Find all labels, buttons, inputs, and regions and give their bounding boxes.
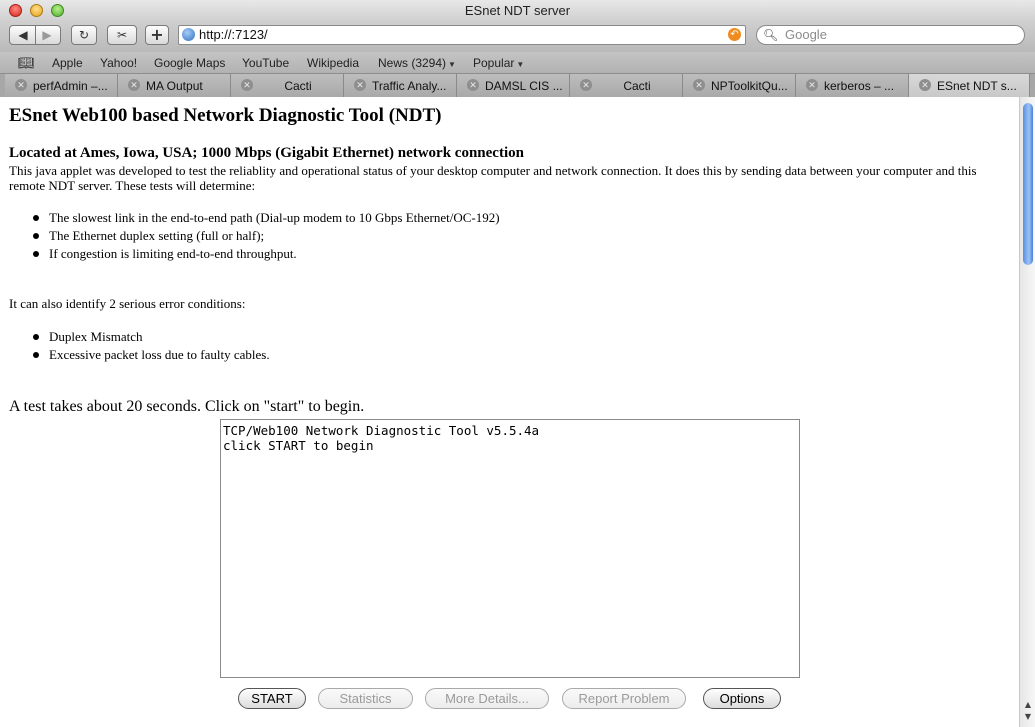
tab-esnet-ndt[interactable]: ✕ ESnet NDT s... (909, 74, 1030, 97)
tab-label: Traffic Analy... (372, 79, 447, 93)
tab-damsl-cis[interactable]: ✕ DAMSL CIS ... (457, 74, 570, 97)
address-bar[interactable]: http://:7123/ ↶ (178, 25, 746, 45)
applet-output-line: TCP/Web100 Network Diagnostic Tool v5.5.… (223, 423, 540, 438)
intro-paragraph: This java applet was developed to test t… (9, 163, 977, 193)
determines-list: The slowest link in the end-to-end path … (9, 209, 500, 263)
tab-label: DAMSL CIS ... (485, 79, 563, 93)
tab-label: Cacti (284, 79, 312, 93)
chevron-down-icon: ▼ (516, 60, 525, 69)
bookmark-google-maps[interactable]: Google Maps (154, 56, 225, 70)
error-conditions-intro: It can also identify 2 serious error con… (9, 296, 246, 311)
bookmark-yahoo[interactable]: Yahoo! (100, 56, 137, 70)
search-field[interactable]: 🔍︎ Google (756, 25, 1025, 45)
bookmark-youtube[interactable]: YouTube (242, 56, 289, 70)
tab-kerberos[interactable]: ✕ kerberos – ... (796, 74, 909, 97)
back-forward-group: ◀ ▶ (9, 25, 61, 45)
list-item: If congestion is limiting end-to-end thr… (9, 245, 500, 263)
snapback-icon[interactable]: ↶ (728, 28, 741, 41)
reload-button[interactable]: ↻ (71, 25, 97, 45)
statistics-button[interactable]: Statistics (318, 688, 413, 709)
tab-label: perfAdmin –... (33, 79, 108, 93)
server-location-heading: Located at Ames, Iowa, USA; 1000 Mbps (G… (9, 145, 524, 161)
tab-bar: ✕ perfAdmin –... ✕ MA Output ✕ Cacti ✕ T… (0, 73, 1035, 98)
page-content: ESnet Web100 based Network Diagnostic To… (0, 97, 1019, 727)
chevron-down-icon: ▼ (448, 60, 456, 69)
window-title: ESnet NDT server (464, 3, 571, 18)
applet-output-area[interactable]: TCP/Web100 Network Diagnostic Tool v5.5.… (220, 419, 800, 678)
tab-label: ESnet NDT s... (937, 79, 1017, 93)
browser-toolbar: ◀ ▶ ↻ ✂ + http://:7123/ ↶ 🔍︎ Google (0, 22, 1035, 52)
bookmark-apple[interactable]: Apple (52, 56, 83, 70)
tab-nptoolkit[interactable]: ✕ NPToolkitQu... (683, 74, 796, 97)
bookmark-wikipedia[interactable]: Wikipedia (307, 56, 359, 70)
search-placeholder: Google (785, 27, 827, 42)
applet-output-line: click START to begin (223, 438, 374, 453)
scissors-icon: ✂ (116, 28, 128, 42)
scroll-thumb[interactable] (1023, 103, 1033, 265)
tab-label: MA Output (146, 79, 203, 93)
forward-arrow-icon[interactable]: ▶ (35, 26, 59, 44)
more-details-button[interactable]: More Details... (425, 688, 549, 709)
close-tab-icon[interactable]: ✕ (919, 79, 931, 91)
tab-label: NPToolkitQu... (711, 79, 788, 93)
close-tab-icon[interactable]: ✕ (806, 79, 818, 91)
tab-cacti[interactable]: ✕ Cacti (231, 74, 344, 97)
list-item: Excessive packet loss due to faulty cabl… (9, 346, 270, 364)
close-tab-icon[interactable]: ✕ (693, 79, 705, 91)
close-tab-icon[interactable]: ✕ (128, 79, 140, 91)
back-arrow-icon[interactable]: ◀ (11, 26, 35, 44)
bookmarks-bar: 📖︎ Apple Yahoo! Google Maps YouTube Wiki… (0, 52, 1035, 73)
scroll-up-icon[interactable]: ▲ (1022, 699, 1034, 711)
open-book-icon[interactable]: 📖︎ (18, 55, 35, 71)
scroll-arrows[interactable]: ▲ ▼ (1022, 699, 1034, 723)
report-problem-button[interactable]: Report Problem (562, 688, 686, 709)
error-conditions-list: Duplex Mismatch Excessive packet loss du… (9, 328, 270, 364)
tab-label: kerberos – ... (824, 79, 895, 93)
list-item: The Ethernet duplex setting (full or hal… (9, 227, 500, 245)
reload-icon: ↻ (78, 28, 90, 42)
window-titlebar: ESnet NDT server (0, 0, 1035, 23)
bookmark-news-label: News (3294) (378, 56, 447, 70)
bookmark-popular-label: Popular (473, 56, 515, 70)
tab-ma-output[interactable]: ✕ MA Output (118, 74, 231, 97)
scroll-down-icon[interactable]: ▼ (1022, 711, 1034, 723)
globe-icon (182, 28, 195, 41)
begin-instructions: A test takes about 20 seconds. Click on … (9, 398, 365, 415)
options-button[interactable]: Options (703, 688, 781, 709)
search-icon: 🔍︎ (763, 28, 779, 42)
page-title: ESnet Web100 based Network Diagnostic To… (9, 105, 442, 126)
snippet-button[interactable]: ✂ (107, 25, 137, 45)
address-url[interactable]: http://:7123/ (199, 26, 268, 44)
add-bookmark-button[interactable]: + (145, 25, 169, 45)
close-tab-icon[interactable]: ✕ (241, 79, 253, 91)
bookmark-news-folder[interactable]: News (3294) ▼ (378, 56, 456, 70)
tab-cacti-2[interactable]: ✕ Cacti (570, 74, 683, 97)
close-tab-icon[interactable]: ✕ (354, 79, 366, 91)
close-tab-icon[interactable]: ✕ (467, 79, 479, 91)
bookmark-popular-folder[interactable]: Popular ▼ (473, 56, 524, 70)
tab-perfadmin[interactable]: ✕ perfAdmin –... (5, 74, 118, 97)
list-item: Duplex Mismatch (9, 328, 270, 346)
list-item: The slowest link in the end-to-end path … (9, 209, 500, 227)
tab-traffic-analysis[interactable]: ✕ Traffic Analy... (344, 74, 457, 97)
close-tab-icon[interactable]: ✕ (580, 79, 592, 91)
tab-label: Cacti (623, 79, 651, 93)
plus-icon: + (150, 25, 164, 44)
vertical-scrollbar[interactable]: ▲ ▼ (1019, 97, 1035, 727)
start-button[interactable]: START (238, 688, 306, 709)
close-tab-icon[interactable]: ✕ (15, 79, 27, 91)
